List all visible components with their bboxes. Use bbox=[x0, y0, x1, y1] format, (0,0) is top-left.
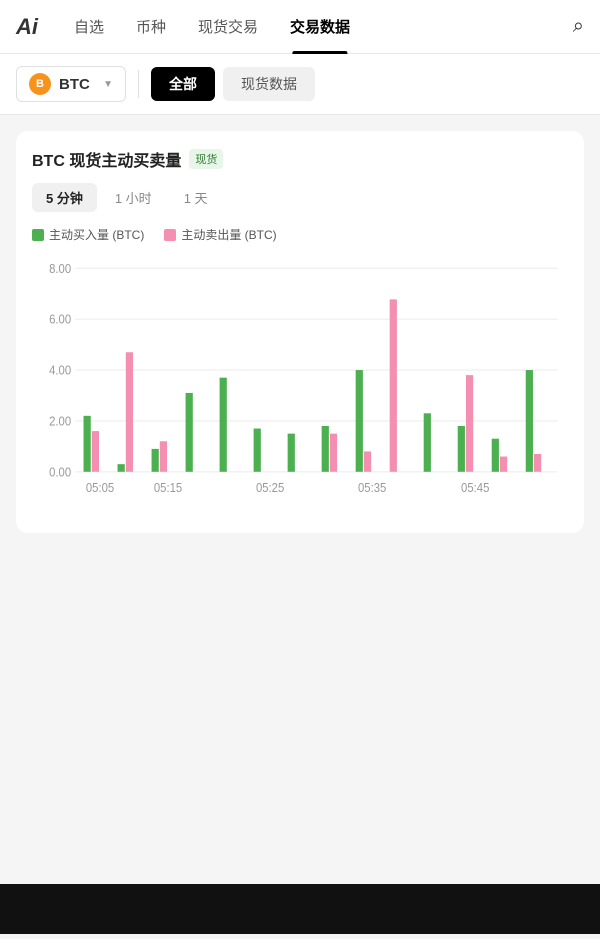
btc-icon: B bbox=[29, 73, 51, 95]
legend-buy: 主动买入量 (BTC) bbox=[32, 226, 144, 243]
top-nav: Ai 自选 币种 现货交易 交易数据 ⌕ bbox=[0, 0, 600, 54]
nav-tab-spot-trade[interactable]: 现货交易 bbox=[182, 0, 274, 54]
bar-buy-12 bbox=[492, 439, 499, 472]
nav-tab-trade-data[interactable]: 交易数据 bbox=[274, 0, 366, 54]
chart-title-row: BTC 现货主动买卖量 现货 bbox=[32, 147, 568, 171]
bar-sell-7 bbox=[330, 434, 337, 472]
app-logo: Ai bbox=[16, 14, 38, 40]
bar-sell-13 bbox=[534, 454, 541, 472]
svg-text:05:35: 05:35 bbox=[358, 481, 387, 496]
bar-buy-4 bbox=[220, 378, 227, 472]
coin-label: BTC bbox=[59, 76, 90, 93]
bar-buy-10 bbox=[424, 413, 431, 472]
bar-buy-2 bbox=[152, 449, 159, 472]
chevron-down-icon: ▼ bbox=[103, 79, 113, 90]
legend-buy-dot bbox=[32, 229, 44, 241]
chart-card: BTC 现货主动买卖量 现货 5 分钟 1 小时 1 天 主动买入量 (BTC)… bbox=[16, 131, 584, 533]
bar-sell-11 bbox=[466, 375, 473, 472]
bar-buy-6 bbox=[288, 434, 295, 472]
time-tabs: 5 分钟 1 小时 1 天 bbox=[32, 183, 568, 212]
nav-tabs: 自选 币种 现货交易 交易数据 bbox=[58, 0, 573, 54]
bar-sell-2 bbox=[160, 441, 167, 472]
bar-buy-3 bbox=[186, 393, 193, 472]
bar-buy-7 bbox=[322, 426, 329, 472]
bar-buy-11 bbox=[458, 426, 465, 472]
filter-row: B BTC ▼ 全部 现货数据 bbox=[0, 54, 600, 115]
btn-all[interactable]: 全部 bbox=[151, 67, 215, 101]
bar-buy-5 bbox=[254, 429, 261, 472]
bottom-bar bbox=[0, 884, 600, 934]
chart-svg: 8.00 6.00 4.00 2.00 0.00 bbox=[32, 257, 568, 517]
chart-title: BTC 现货主动买卖量 bbox=[32, 147, 181, 171]
coin-selector[interactable]: B BTC ▼ bbox=[16, 66, 126, 102]
time-tab-1d[interactable]: 1 天 bbox=[170, 183, 222, 212]
bar-sell-0 bbox=[92, 431, 99, 472]
bar-buy-0 bbox=[84, 416, 91, 472]
data-type-buttons: 全部 现货数据 bbox=[151, 67, 315, 101]
legend-sell-dot bbox=[164, 229, 176, 241]
legend-sell: 主动卖出量 (BTC) bbox=[164, 226, 276, 243]
bar-buy-8 bbox=[356, 370, 363, 472]
main-content: BTC 现货主动买卖量 现货 5 分钟 1 小时 1 天 主动买入量 (BTC)… bbox=[0, 115, 600, 939]
separator bbox=[138, 70, 139, 98]
bar-sell-1 bbox=[126, 352, 133, 472]
bar-sell-12 bbox=[500, 457, 507, 472]
bar-sell-9 bbox=[390, 299, 397, 471]
time-tab-5min[interactable]: 5 分钟 bbox=[32, 183, 97, 212]
svg-text:0.00: 0.00 bbox=[49, 465, 71, 480]
bar-buy-1 bbox=[118, 464, 125, 472]
svg-text:05:15: 05:15 bbox=[154, 481, 183, 496]
svg-text:05:45: 05:45 bbox=[461, 481, 490, 496]
chart-legend: 主动买入量 (BTC) 主动卖出量 (BTC) bbox=[32, 226, 568, 243]
svg-text:6.00: 6.00 bbox=[49, 312, 71, 327]
btn-spot[interactable]: 现货数据 bbox=[223, 67, 315, 101]
legend-buy-label: 主动买入量 (BTC) bbox=[49, 226, 144, 243]
nav-tab-currency[interactable]: 币种 bbox=[120, 0, 182, 54]
time-tab-1h[interactable]: 1 小时 bbox=[101, 183, 166, 212]
svg-text:05:05: 05:05 bbox=[86, 481, 115, 496]
svg-text:8.00: 8.00 bbox=[49, 261, 71, 276]
bar-buy-13 bbox=[526, 370, 533, 472]
spot-badge: 现货 bbox=[189, 149, 223, 169]
bar-sell-8 bbox=[364, 451, 371, 471]
chart-area: 8.00 6.00 4.00 2.00 0.00 bbox=[32, 257, 568, 517]
search-icon[interactable]: ⌕ bbox=[573, 15, 584, 38]
svg-text:05:25: 05:25 bbox=[256, 481, 285, 496]
nav-tab-watchlist[interactable]: 自选 bbox=[58, 0, 120, 54]
legend-sell-label: 主动卖出量 (BTC) bbox=[181, 226, 276, 243]
svg-text:4.00: 4.00 bbox=[49, 363, 71, 378]
svg-text:2.00: 2.00 bbox=[49, 414, 71, 429]
